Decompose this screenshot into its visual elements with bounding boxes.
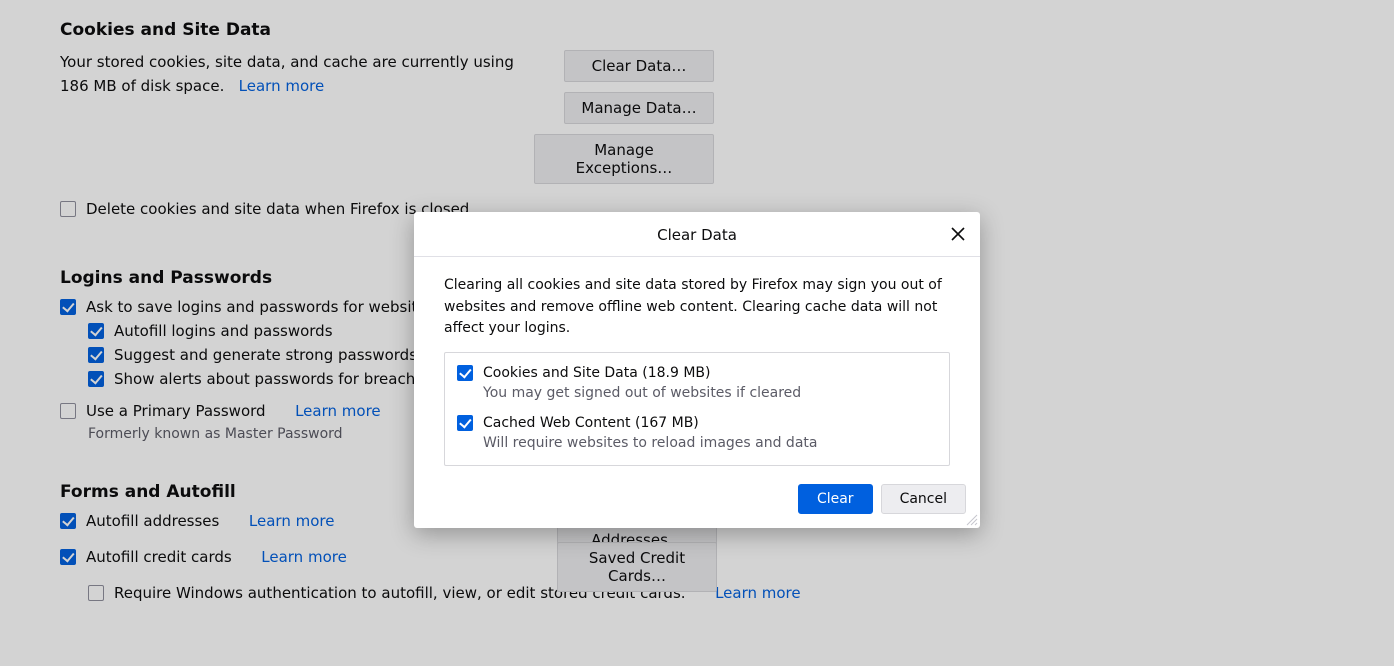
dialog-options: Cookies and Site Data (18.9 MB) You may … [444, 352, 950, 466]
cookies-site-data-label: Cookies and Site Data (18.9 MB) [483, 365, 711, 381]
cancel-button[interactable]: Cancel [881, 484, 966, 514]
dialog-description: Clearing all cookies and site data store… [444, 275, 950, 340]
cached-content-sub: Will require websites to reload images a… [483, 435, 937, 451]
cached-content-label: Cached Web Content (167 MB) [483, 415, 699, 431]
clear-button[interactable]: Clear [798, 484, 873, 514]
cached-content-checkbox[interactable] [457, 415, 473, 431]
modal-overlay: Clear Data Clearing all cookies and site… [0, 0, 1394, 666]
cookies-site-data-checkbox[interactable] [457, 365, 473, 381]
dialog-title: Clear Data [657, 226, 737, 244]
clear-data-dialog: Clear Data Clearing all cookies and site… [414, 212, 980, 528]
close-icon[interactable] [948, 224, 968, 244]
resize-grip-icon[interactable] [964, 512, 978, 526]
cookies-site-data-sub: You may get signed out of websites if cl… [483, 385, 937, 401]
